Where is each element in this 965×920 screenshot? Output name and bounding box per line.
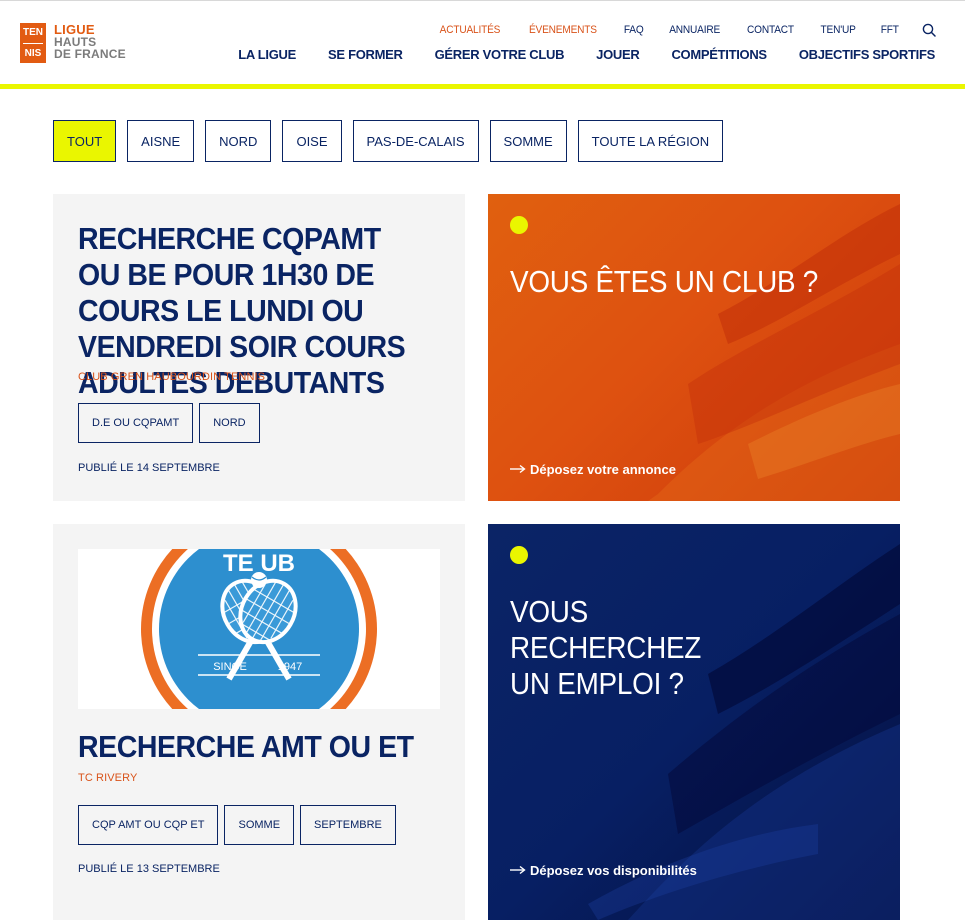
job-offer-card[interactable]: TE UB SINCE 1947 RECHERCHE AMT OU ET TC … [53, 524, 465, 920]
promo-job-seeker-title-line1: VOUS RECHERCHEZ [510, 594, 702, 665]
club-logo-year: 1947 [278, 661, 302, 673]
promo-job-seeker-title: VOUS RECHERCHEZ UN EMPLOI ? [510, 594, 780, 702]
deposit-announcement-link[interactable]: Déposez votre annonce [510, 462, 676, 477]
job-offer-title[interactable]: RECHERCHE AMT OU ET [78, 729, 414, 765]
top-navigation: ACTUALITÉS ÉVENEMENTS FAQ ANNUAIRE CONTA… [414, 22, 936, 38]
job-offer-date: PUBLIÉ LE 13 SEPTEMBRE [78, 863, 220, 875]
logo-mark-top: TEN [23, 27, 43, 38]
promo-club-title: VOUS ÊTES UN CLUB ? [510, 264, 819, 299]
filter-nord[interactable]: NORD [205, 120, 272, 162]
job-offer-club: CLUB GREN HAUBOURDIN TENNIS [78, 371, 266, 383]
job-offer-tags: D.E OU CQPAMT NORD [78, 403, 266, 443]
site-header: TEN NIS LIGUE HAUTS DE FRANCE ACTUALITÉS… [0, 0, 965, 89]
tag-region[interactable]: SOMME [224, 805, 295, 845]
topnav-fft[interactable]: FFT [881, 24, 899, 36]
club-logo-since: SINCE [213, 661, 247, 673]
topnav-contact[interactable]: CONTACT [747, 24, 794, 36]
arrow-right-icon [510, 462, 526, 477]
promo-job-seeker-title-line2: UN EMPLOI ? [510, 666, 684, 701]
filter-pas-de-calais[interactable]: PAS-DE-CALAIS [352, 120, 479, 162]
yellow-dot [510, 546, 528, 564]
job-offer-club: TC RIVERY [78, 772, 138, 784]
job-offer-tags: CQP AMT OU CQP ET SOMME SEPTEMBRE [78, 805, 402, 845]
job-offer-date: PUBLIÉ LE 14 SEPTEMBRE [78, 462, 220, 474]
filter-oise[interactable]: OISE [282, 120, 342, 162]
topnav-actualites[interactable]: ACTUALITÉS [440, 24, 501, 36]
header-accent-bar [0, 84, 965, 89]
main-navigation: LA LIGUE SE FORMER GÉRER VOTRE CLUB JOUE… [206, 47, 935, 62]
logo-line-de-france: DE FRANCE [54, 47, 126, 61]
mainnav-objectifs-sportifs[interactable]: OBJECTIFS SPORTIFS [799, 47, 935, 62]
region-filters: TOUT AISNE NORD OISE PAS-DE-CALAIS SOMME… [53, 120, 734, 162]
brush-texture [588, 544, 900, 920]
mainnav-se-former[interactable]: SE FORMER [328, 47, 403, 62]
filter-aisne[interactable]: AISNE [127, 120, 195, 162]
tag-region[interactable]: NORD [199, 403, 260, 443]
promo-job-seeker-panel[interactable]: VOUS RECHERCHEZ UN EMPLOI ? Déposez vos … [488, 524, 900, 920]
deposit-availability-label: Déposez vos disponibilités [530, 863, 697, 878]
club-logo-image: TE UB SINCE 1947 [78, 549, 440, 709]
topnav-annuaire[interactable]: ANNUAIRE [669, 24, 720, 36]
mainnav-la-ligue[interactable]: LA LIGUE [238, 47, 296, 62]
tag-diploma[interactable]: CQP AMT OU CQP ET [78, 805, 219, 845]
filter-somme[interactable]: SOMME [489, 120, 567, 162]
brush-texture [648, 204, 900, 501]
search-icon[interactable] [922, 23, 936, 37]
tennis-logo-mark: TEN NIS [20, 23, 46, 63]
filter-toute-la-region[interactable]: TOUTE LA RÉGION [577, 120, 724, 162]
topnav-faq[interactable]: FAQ [623, 24, 643, 36]
tag-diploma[interactable]: D.E OU CQPAMT [78, 403, 194, 443]
deposit-announcement-label: Déposez votre annonce [530, 462, 676, 477]
deposit-availability-link[interactable]: Déposez vos disponibilités [510, 863, 697, 878]
logo-mark-bottom: NIS [24, 48, 42, 59]
site-logo[interactable]: TEN NIS LIGUE HAUTS DE FRANCE [20, 23, 140, 65]
yellow-dot [510, 216, 528, 234]
mainnav-jouer[interactable]: JOUER [596, 47, 640, 62]
tag-month[interactable]: SEPTEMBRE [300, 805, 396, 845]
promo-club-panel[interactable]: VOUS ÊTES UN CLUB ? Déposez votre annonc… [488, 194, 900, 501]
job-offer-card[interactable]: RECHERCHE CQPAMT OU BE POUR 1H30 DE COUR… [53, 194, 465, 501]
filter-tout[interactable]: TOUT [53, 120, 117, 162]
arrow-right-icon [510, 863, 526, 878]
topnav-evenements[interactable]: ÉVENEMENTS [529, 24, 597, 36]
logo-wordmark: LIGUE HAUTS DE FRANCE [54, 23, 126, 61]
topnav-tenup[interactable]: TEN'UP [821, 24, 856, 36]
mainnav-gerer-votre-club[interactable]: GÉRER VOTRE CLUB [435, 47, 565, 62]
mainnav-competitions[interactable]: COMPÉTITIONS [671, 47, 767, 62]
